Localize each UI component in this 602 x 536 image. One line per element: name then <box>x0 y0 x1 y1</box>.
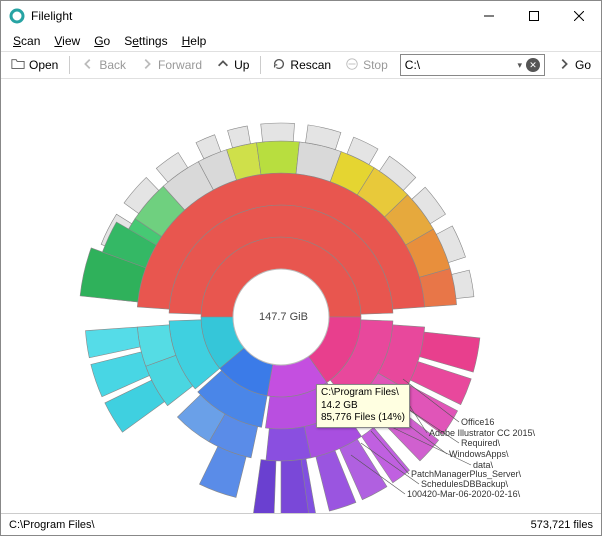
segment-tooltip: C:\Program Files\ 14.2 GB 85,776 Files (… <box>316 384 410 428</box>
menu-view[interactable]: View <box>48 32 86 50</box>
window-title: Filelight <box>31 9 466 23</box>
stop-button[interactable]: Stop <box>339 54 394 77</box>
app-icon <box>9 8 25 24</box>
close-button[interactable] <box>556 1 601 31</box>
status-path: C:\Program Files\ <box>9 519 95 531</box>
annotation: SchedulesDBBackup\ <box>421 479 508 489</box>
app-window: Filelight Scan View Go Settings Help Ope… <box>0 0 602 536</box>
up-button[interactable]: Up <box>210 54 255 77</box>
annotation: WindowsApps\ <box>449 449 509 459</box>
tooltip-path: C:\Program Files\ <box>321 387 405 400</box>
status-file-count: 573,721 files <box>531 519 593 531</box>
clear-icon[interactable]: ✕ <box>526 58 540 72</box>
menu-go[interactable]: Go <box>88 32 116 50</box>
rescan-button[interactable]: Rescan <box>266 54 337 77</box>
titlebar: Filelight <box>1 1 601 31</box>
toolbar: Open Back Forward Up Rescan Stop C:\ ▾ ✕ <box>1 51 601 79</box>
menu-help[interactable]: Help <box>176 32 213 50</box>
go-label: Go <box>575 58 591 72</box>
folder-open-icon <box>11 57 25 74</box>
refresh-icon <box>272 57 286 74</box>
sunburst-chart[interactable] <box>1 79 601 513</box>
go-button[interactable]: Go <box>551 54 597 77</box>
path-input[interactable]: C:\ ▾ ✕ <box>400 54 545 76</box>
separator <box>69 56 70 74</box>
minimize-button[interactable] <box>466 1 511 31</box>
dropdown-icon[interactable]: ▾ <box>517 60 522 71</box>
annotation: Adobe Illustrator CC 2015\ <box>429 428 535 438</box>
stop-icon <box>345 57 359 74</box>
menubar: Scan View Go Settings Help <box>1 31 601 51</box>
chevron-right-icon <box>557 57 571 74</box>
separator <box>260 56 261 74</box>
rescan-label: Rescan <box>290 58 331 72</box>
menu-scan[interactable]: Scan <box>7 32 46 50</box>
annotation: Required\ <box>461 438 500 448</box>
open-label: Open <box>29 58 58 72</box>
maximize-button[interactable] <box>511 1 556 31</box>
annotation: Office16 <box>461 417 494 427</box>
up-label: Up <box>234 58 249 72</box>
path-value: C:\ <box>405 58 420 72</box>
back-button[interactable]: Back <box>75 54 132 77</box>
menu-settings[interactable]: Settings <box>118 32 173 50</box>
forward-label: Forward <box>158 58 202 72</box>
sunburst-canvas[interactable]: 147.7 GiB C:\Program Files\ 14.2 GB 85,7… <box>1 79 601 513</box>
forward-button[interactable]: Forward <box>134 54 208 77</box>
open-button[interactable]: Open <box>5 54 64 77</box>
back-label: Back <box>99 58 126 72</box>
annotation: PatchManagerPlus_Server\ <box>411 469 521 479</box>
center-size-label: 147.7 GiB <box>259 311 308 323</box>
tooltip-size: 14.2 GB <box>321 400 405 413</box>
annotation: 100420-Mar-06-2020-02-16\ <box>407 489 520 499</box>
statusbar: C:\Program Files\ 573,721 files <box>1 513 601 535</box>
tooltip-files: 85,776 Files (14%) <box>321 412 405 425</box>
chevron-left-icon <box>81 57 95 74</box>
chevron-right-icon <box>140 57 154 74</box>
chevron-up-icon <box>216 57 230 74</box>
stop-label: Stop <box>363 58 388 72</box>
